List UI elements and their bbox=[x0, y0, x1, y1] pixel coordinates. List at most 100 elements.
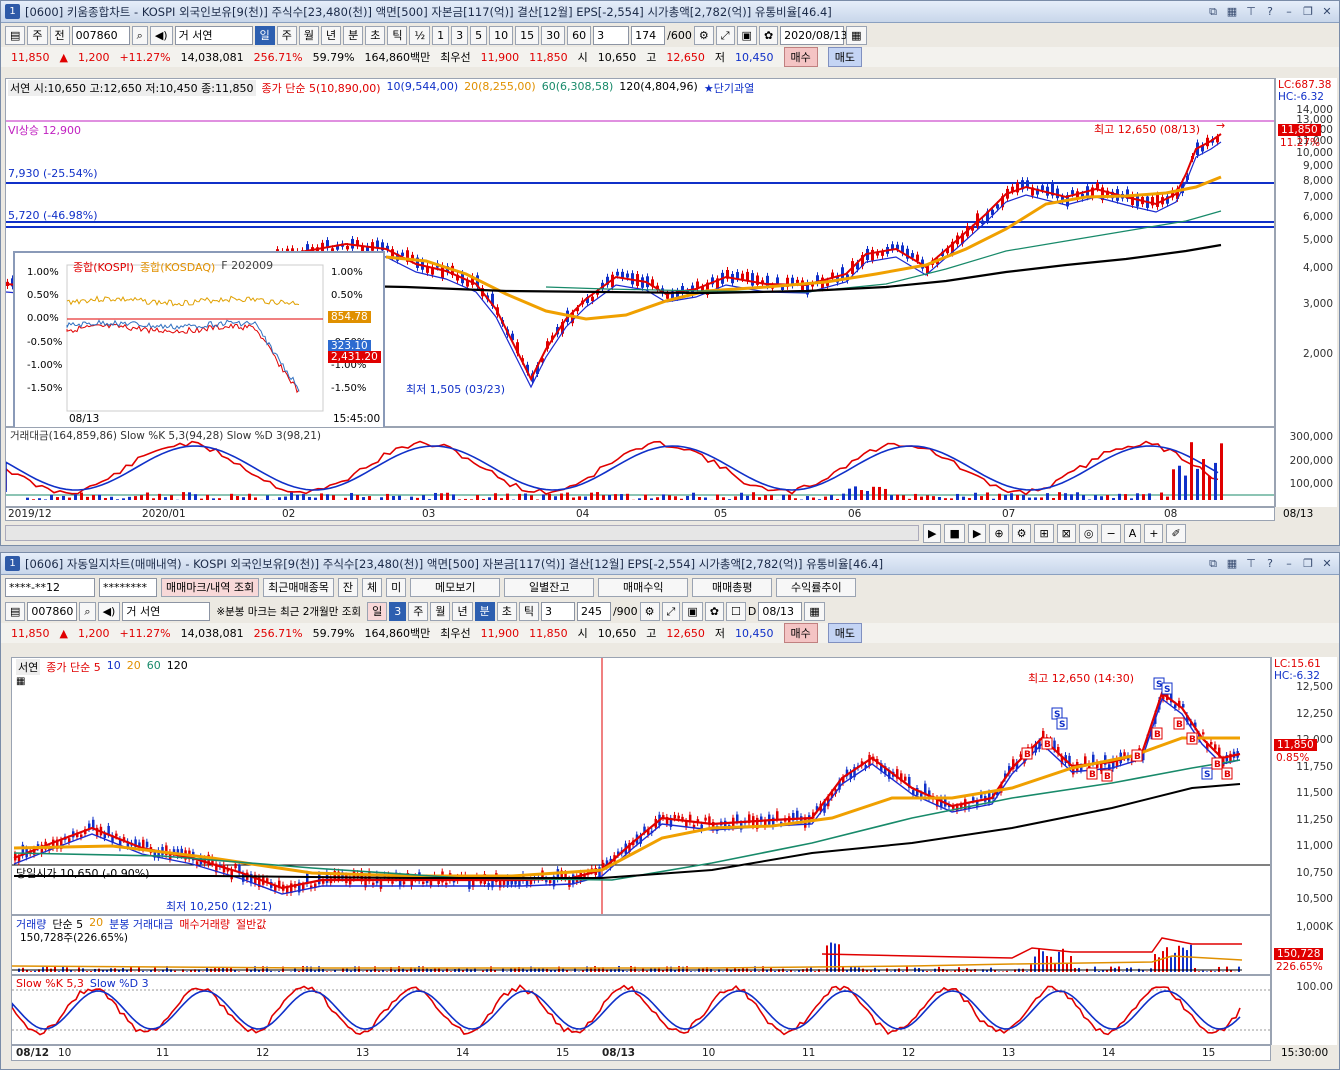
zoom-icon[interactable]: ⊕ bbox=[989, 524, 1009, 543]
tab-minute[interactable]: 분 bbox=[343, 25, 364, 45]
b-count-input[interactable]: 245 bbox=[576, 601, 611, 621]
period-type-select[interactable]: 주 bbox=[27, 25, 48, 45]
stop-icon[interactable]: ■ bbox=[944, 524, 965, 543]
interval-30[interactable]: 30 bbox=[541, 25, 566, 45]
interval-select[interactable]: 3 bbox=[593, 25, 630, 45]
grid-icon[interactable]: ▦ bbox=[1224, 556, 1240, 572]
b-interval-select[interactable]: 3 bbox=[540, 601, 575, 621]
return-trend-button[interactable]: 수익률추이 bbox=[776, 577, 857, 597]
interval-10[interactable]: 10 bbox=[489, 25, 514, 45]
stock-name-field[interactable]: 거 서연 bbox=[174, 25, 253, 45]
market-index-inset[interactable]: 종합(KOSPI) 종합(KOSDAQ) F 202009 1.00% 0.50%… bbox=[13, 251, 385, 433]
grid-icon[interactable]: ▦ bbox=[1224, 4, 1240, 20]
restore-icon[interactable]: ❐ bbox=[1300, 4, 1316, 20]
gear-icon[interactable]: ✿ bbox=[758, 25, 779, 45]
account-select[interactable]: ****-**12 bbox=[5, 577, 95, 597]
memo-button[interactable]: 메모보기 bbox=[410, 577, 501, 597]
tool-icon-1[interactable]: ⚙ bbox=[1011, 524, 1032, 543]
panel-icon[interactable]: ▤ bbox=[5, 25, 26, 45]
chart-tools-icon[interactable]: ⤢ bbox=[715, 25, 735, 45]
b-tab-tick[interactable]: 틱 bbox=[518, 601, 539, 621]
interval-60[interactable]: 60 bbox=[567, 25, 592, 45]
tool-icon-2[interactable]: ⊞ bbox=[1034, 524, 1054, 543]
tab-month[interactable]: 월 bbox=[298, 25, 319, 45]
link-icon[interactable]: ⧉ bbox=[1205, 556, 1221, 572]
trade-summary-button[interactable]: 매매총평 bbox=[692, 577, 773, 597]
settings-icon[interactable]: ⚙ bbox=[639, 601, 660, 621]
b-tab-month[interactable]: 월 bbox=[430, 601, 451, 621]
tool-icon-3[interactable]: ⊠ bbox=[1056, 524, 1076, 543]
search-icon[interactable]: ⌕ bbox=[131, 25, 148, 45]
unexecuted-button[interactable]: 미 bbox=[386, 577, 407, 597]
b-tab-second[interactable]: 초 bbox=[496, 601, 517, 621]
close-icon[interactable]: ✕ bbox=[1319, 556, 1335, 572]
recent-trades-button[interactable]: 최근매매종목 bbox=[263, 577, 334, 597]
daily-balance-button[interactable]: 일별잔고 bbox=[504, 577, 595, 597]
link-icon[interactable]: ⧉ bbox=[1205, 4, 1221, 20]
minimize-icon[interactable]: – bbox=[1281, 4, 1297, 20]
buy-button[interactable]: 매수 bbox=[783, 47, 818, 67]
speaker-icon[interactable]: ◀) bbox=[149, 25, 173, 45]
b-tab-day[interactable]: 일 bbox=[367, 601, 388, 621]
b-tab-year[interactable]: 년 bbox=[452, 601, 473, 621]
text-tool-icon[interactable]: ✐ bbox=[1166, 524, 1186, 543]
b-tab-week[interactable]: 주 bbox=[408, 601, 429, 621]
next-icon[interactable]: ▶ bbox=[967, 524, 987, 543]
interval-15[interactable]: 15 bbox=[515, 25, 540, 45]
close-icon[interactable]: ✕ bbox=[1319, 4, 1335, 20]
gear-icon[interactable]: ✿ bbox=[704, 601, 724, 621]
calendar-icon[interactable]: ▦ bbox=[846, 25, 867, 45]
save-icon[interactable]: ▣ bbox=[736, 25, 757, 45]
count-input[interactable]: 174 bbox=[631, 25, 666, 45]
b-tab-minute[interactable]: 분 bbox=[474, 601, 495, 621]
half-button[interactable]: ½ bbox=[409, 25, 431, 45]
adjust-select[interactable]: 전 bbox=[49, 25, 70, 45]
date-input[interactable]: 2020/08/13 bbox=[780, 25, 848, 45]
top-sub-chart[interactable]: 거래대금(164,859,86) Slow %K 5,3(94,28) Slow… bbox=[5, 427, 1275, 507]
stock-code-input[interactable]: 007860 bbox=[71, 25, 130, 45]
trade-profit-button[interactable]: 매매수익 bbox=[598, 577, 689, 597]
executed-button[interactable]: 체 bbox=[362, 577, 383, 597]
trade-mark-query-button[interactable]: 매매마크/내역 조회 bbox=[161, 577, 260, 597]
minimize-icon[interactable]: – bbox=[1281, 556, 1297, 572]
sell-button[interactable]: 매도 bbox=[827, 47, 863, 67]
tool-icon-4[interactable]: ◎ bbox=[1078, 524, 1099, 543]
speaker-icon[interactable]: ◀) bbox=[97, 601, 121, 621]
search-icon[interactable]: ⌕ bbox=[79, 601, 96, 621]
save-icon[interactable]: ▣ bbox=[682, 601, 703, 621]
settings-icon[interactable]: ⚙ bbox=[693, 25, 714, 45]
table-icon[interactable]: ▦ bbox=[16, 676, 25, 687]
bottom-stoch-chart[interactable]: Slow %K 5,3 Slow %D 3 bbox=[11, 975, 1271, 1045]
d-checkbox[interactable]: ☐ bbox=[725, 601, 746, 621]
balance-button[interactable]: 잔 bbox=[337, 577, 359, 597]
b-date-input[interactable]: 08/13 bbox=[758, 601, 803, 621]
help-icon[interactable]: ? bbox=[1262, 4, 1278, 20]
bottom-volume-chart[interactable]: 거래량 단순 5 20 분봉 거래대금 매수거래량 절반값 150,728주(2… bbox=[11, 915, 1271, 975]
panel-icon[interactable]: ▤ bbox=[5, 601, 26, 621]
tab-second[interactable]: 초 bbox=[365, 25, 386, 45]
zoom-in-icon[interactable]: + bbox=[1144, 524, 1164, 543]
tab-tick[interactable]: 틱 bbox=[387, 25, 408, 45]
tab-day[interactable]: 일 bbox=[254, 25, 275, 45]
password-field[interactable]: ******** bbox=[99, 577, 157, 597]
b-sell-button[interactable]: 매도 bbox=[827, 623, 863, 643]
b-buy-button[interactable]: 매수 bbox=[783, 623, 818, 643]
bottom-stock-name-field[interactable]: 거 서연 bbox=[122, 601, 211, 621]
help-icon[interactable]: ? bbox=[1262, 556, 1278, 572]
restore-icon[interactable]: ❐ bbox=[1300, 556, 1316, 572]
tab-year[interactable]: 년 bbox=[320, 25, 342, 45]
font-size-icon[interactable]: A bbox=[1123, 524, 1142, 543]
prev-icon[interactable]: ▶ bbox=[923, 524, 942, 543]
b-tab-3[interactable]: 3 bbox=[389, 601, 407, 621]
chart-tools-icon[interactable]: ⤢ bbox=[661, 601, 681, 621]
bottom-stock-code-input[interactable]: 007860 bbox=[27, 601, 78, 621]
pin-icon[interactable]: ⊤ bbox=[1243, 4, 1259, 20]
calendar-icon[interactable]: ▦ bbox=[804, 601, 825, 621]
top-scrollbar[interactable] bbox=[5, 525, 919, 541]
interval-5[interactable]: 5 bbox=[470, 25, 488, 45]
bottom-price-chart[interactable]: BBSSBBBBSSBBSBB 서연 종가 단순 5 10 20 60 120 … bbox=[11, 657, 1271, 915]
zoom-out-icon[interactable]: − bbox=[1101, 524, 1121, 543]
tab-week[interactable]: 주 bbox=[276, 25, 297, 45]
interval-3[interactable]: 3 bbox=[451, 25, 469, 45]
interval-1[interactable]: 1 bbox=[432, 25, 450, 45]
